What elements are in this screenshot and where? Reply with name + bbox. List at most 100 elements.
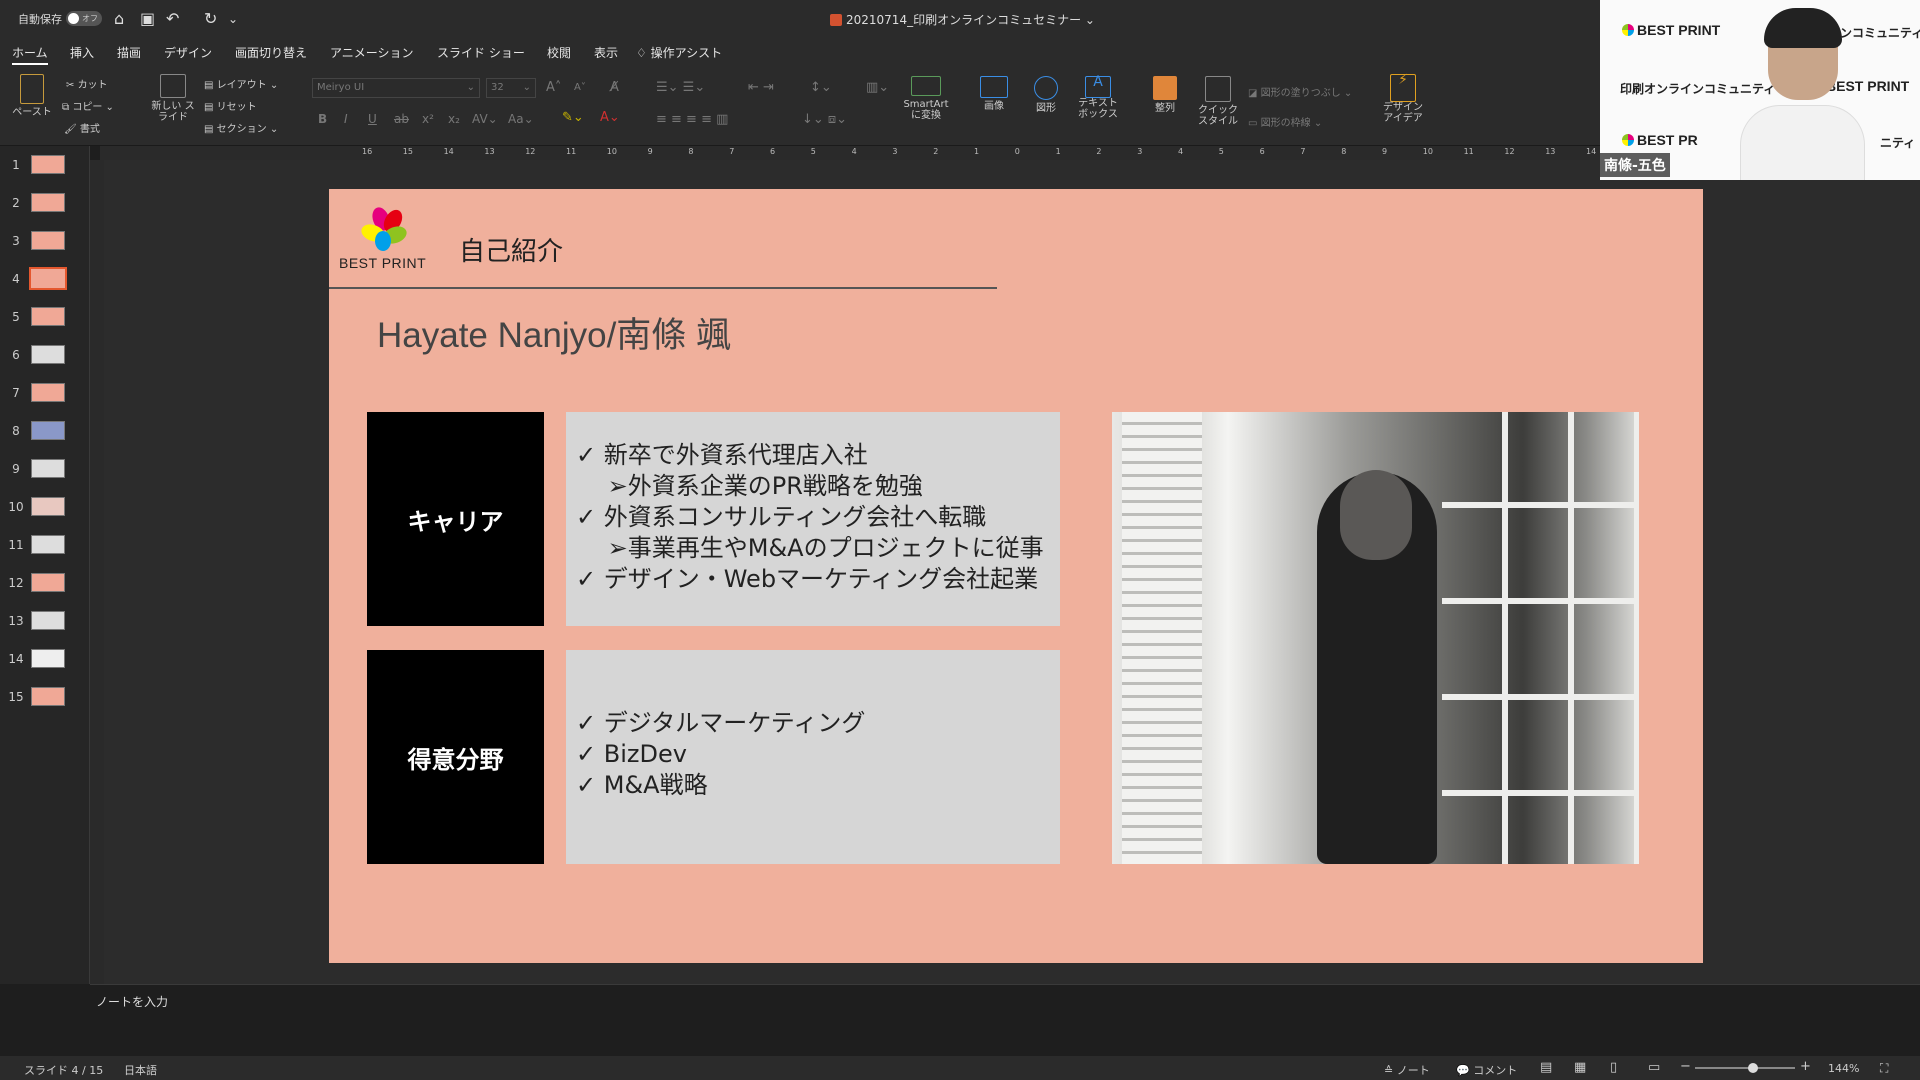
strikethrough-icon[interactable]: ab — [394, 112, 409, 126]
bullets-icon[interactable]: ☰⌄ ☰⌄ — [656, 80, 705, 95]
slideshow-icon[interactable]: ▭ — [1648, 1060, 1660, 1075]
cut-button[interactable]: ✂ カット — [66, 76, 108, 91]
tab-view[interactable]: 表示 — [594, 44, 618, 61]
clear-format-icon[interactable]: A̸ — [610, 80, 619, 95]
textbox-button[interactable]: A テキスト ボックス — [1072, 75, 1124, 120]
document-title[interactable]: 20210714_印刷オンラインコミュセミナー ⌄ — [830, 11, 1095, 28]
slide-sorter-icon[interactable]: ▦ — [1574, 1060, 1586, 1075]
home-icon[interactable]: ⌂ — [114, 9, 124, 28]
tab-home[interactable]: ホーム — [12, 44, 48, 65]
slide-thumbnail[interactable]: 12 — [0, 570, 90, 596]
layout-button[interactable]: ▤ レイアウト ⌄ — [204, 76, 278, 91]
slide-thumbnail[interactable]: 11 — [0, 532, 90, 558]
section-button[interactable]: ▤ セクション ⌄ — [204, 120, 278, 135]
textbox-label: テキスト ボックス — [1078, 98, 1118, 120]
shrink-font-icon[interactable]: A˅ — [574, 82, 586, 93]
slide-thumbnail[interactable]: 9 — [0, 456, 90, 482]
change-case-icon[interactable]: Aa⌄ — [508, 112, 534, 126]
slide-thumbnail[interactable]: 2 — [0, 190, 90, 216]
save-icon[interactable]: ▣ — [140, 9, 155, 28]
fit-to-window-icon[interactable]: ⛶ — [1880, 1061, 1888, 1076]
design-ideas-button[interactable]: ⚡ デザイン アイデア — [1378, 73, 1428, 124]
slide-thumbnail[interactable]: 8 — [0, 418, 90, 444]
grow-font-icon[interactable]: A˄ — [546, 80, 561, 95]
language-indicator[interactable]: 日本語 — [124, 1062, 157, 1078]
arrange-button[interactable]: 整列 — [1140, 76, 1190, 114]
reset-button[interactable]: ▤ リセット — [204, 98, 257, 113]
slide-thumbnail-selected[interactable]: 4 — [0, 266, 90, 292]
italic-icon[interactable]: I — [344, 112, 348, 126]
picture-button[interactable]: 画像 — [972, 76, 1016, 112]
tab-review[interactable]: 校閲 — [547, 44, 571, 61]
notes-toggle[interactable]: ≙ ノート — [1384, 1062, 1430, 1078]
zoom-in-icon[interactable]: + — [1800, 1059, 1811, 1074]
subscript-icon[interactable]: x₂ — [448, 112, 460, 126]
copy-button[interactable]: ⧉ コピー ⌄ — [62, 98, 114, 113]
tell-me-label: 操作アシスト — [650, 46, 723, 60]
comments-toggle[interactable]: 💬 コメント — [1456, 1062, 1517, 1078]
slide-thumbnail[interactable]: 7 — [0, 380, 90, 406]
flower-logo-icon — [361, 207, 407, 251]
profile-photo[interactable] — [1112, 412, 1639, 864]
align-icons[interactable]: ≡ ≡ ≡ ≡ ▥ — [656, 112, 728, 127]
normal-view-icon[interactable]: ▤ — [1540, 1060, 1552, 1075]
bold-icon[interactable]: B — [318, 112, 327, 126]
zoom-level[interactable]: 144% — [1828, 1062, 1859, 1075]
tab-tell-me[interactable]: ♢ 操作アシスト — [636, 44, 722, 61]
text-direction-icon[interactable]: ↓⌄ ⧈⌄ — [802, 112, 847, 127]
tab-draw[interactable]: 描画 — [117, 44, 141, 61]
slide-thumbnail[interactable]: 3 — [0, 228, 90, 254]
slide-thumbnail[interactable]: 5 — [0, 304, 90, 330]
shape-fill-button[interactable]: ◪ 図形の塗りつぶし ⌄ — [1248, 84, 1352, 99]
undo-icon[interactable]: ↶ — [166, 9, 179, 28]
zoom-slider-handle[interactable] — [1748, 1063, 1758, 1073]
font-name-input[interactable]: Meiryo UI ⌄ — [312, 78, 480, 98]
reading-view-icon[interactable]: ▯ — [1610, 1060, 1617, 1075]
notes-pane[interactable]: ノートを入力 — [90, 984, 1920, 1056]
font-color-icon[interactable]: A⌄ — [600, 110, 620, 125]
font-size-input[interactable]: 32 ⌄ — [486, 78, 536, 98]
smartart-label: SmartArt に変換 — [903, 99, 949, 121]
shape-outline-button[interactable]: ▭ 図形の枠線 ⌄ — [1248, 114, 1322, 129]
char-spacing-icon[interactable]: AV⌄ — [472, 112, 498, 126]
columns-icon[interactable]: ▥⌄ — [866, 80, 889, 95]
presenter-name: Hayate Nanjyo/南條 颯 — [377, 316, 732, 355]
tab-transitions[interactable]: 画面切り替え — [235, 44, 307, 61]
underline-icon[interactable]: U — [368, 112, 377, 126]
customize-toolbar-icon[interactable]: ⌄ — [228, 12, 238, 26]
shape-fill-label: 図形の塗りつぶし — [1260, 88, 1341, 99]
thumbnail-number: 9 — [12, 462, 20, 476]
format-painter-button[interactable]: 🖌 書式 — [64, 120, 100, 135]
participant-video[interactable]: BEST PRINT インコミュニティ 印刷オンラインコミュニティ BEST P… — [1600, 0, 1920, 180]
ruler-tick-label: 9 — [647, 147, 653, 156]
slide-thumbnail[interactable]: 15 — [0, 684, 90, 710]
indent-icon[interactable]: ⇤ ⇥ — [748, 80, 774, 95]
tab-design[interactable]: デザイン — [164, 44, 212, 61]
slide-counter: スライド 4 / 15 — [24, 1064, 104, 1077]
shapes-button[interactable]: 図形 — [1024, 76, 1068, 114]
redo-icon[interactable]: ↻ — [204, 9, 217, 28]
superscript-icon[interactable]: x² — [422, 112, 434, 126]
slide-thumbnail[interactable]: 14 — [0, 646, 90, 672]
tab-slideshow[interactable]: スライド ショー — [437, 44, 525, 61]
zoom-out-icon[interactable]: − — [1680, 1059, 1691, 1074]
thumbnail-number: 2 — [12, 196, 20, 210]
smartart-button[interactable]: SmartArt に変換 — [898, 76, 954, 121]
career-label-box: キャリア — [367, 412, 544, 626]
paste-button[interactable]: ペースト — [12, 74, 52, 118]
slide-thumbnail[interactable]: 1 — [0, 152, 90, 178]
slide-thumbnail[interactable]: 6 — [0, 342, 90, 368]
line-spacing-icon[interactable]: ↕⌄ — [810, 80, 832, 95]
tab-animations[interactable]: アニメーション — [330, 44, 414, 61]
thumbnail-number: 1 — [12, 158, 20, 172]
list-item: ✓ デジタルマーケティング — [576, 709, 866, 737]
quick-styles-button[interactable]: クイック スタイル — [1192, 76, 1244, 127]
slide-thumbnail[interactable]: 10 — [0, 494, 90, 520]
tab-insert[interactable]: 挿入 — [70, 44, 94, 61]
slide-thumbnail[interactable]: 13 — [0, 608, 90, 634]
current-slide[interactable]: BEST PRINT 自己紹介 Hayate Nanjyo/南條 颯 キャリア … — [329, 189, 1703, 963]
autosave-toggle[interactable]: オフ — [66, 11, 102, 26]
highlight-icon[interactable]: ✎⌄ — [562, 110, 584, 125]
new-slide-button[interactable]: 新しい スライド — [150, 74, 196, 123]
zoom-slider[interactable] — [1695, 1067, 1795, 1069]
